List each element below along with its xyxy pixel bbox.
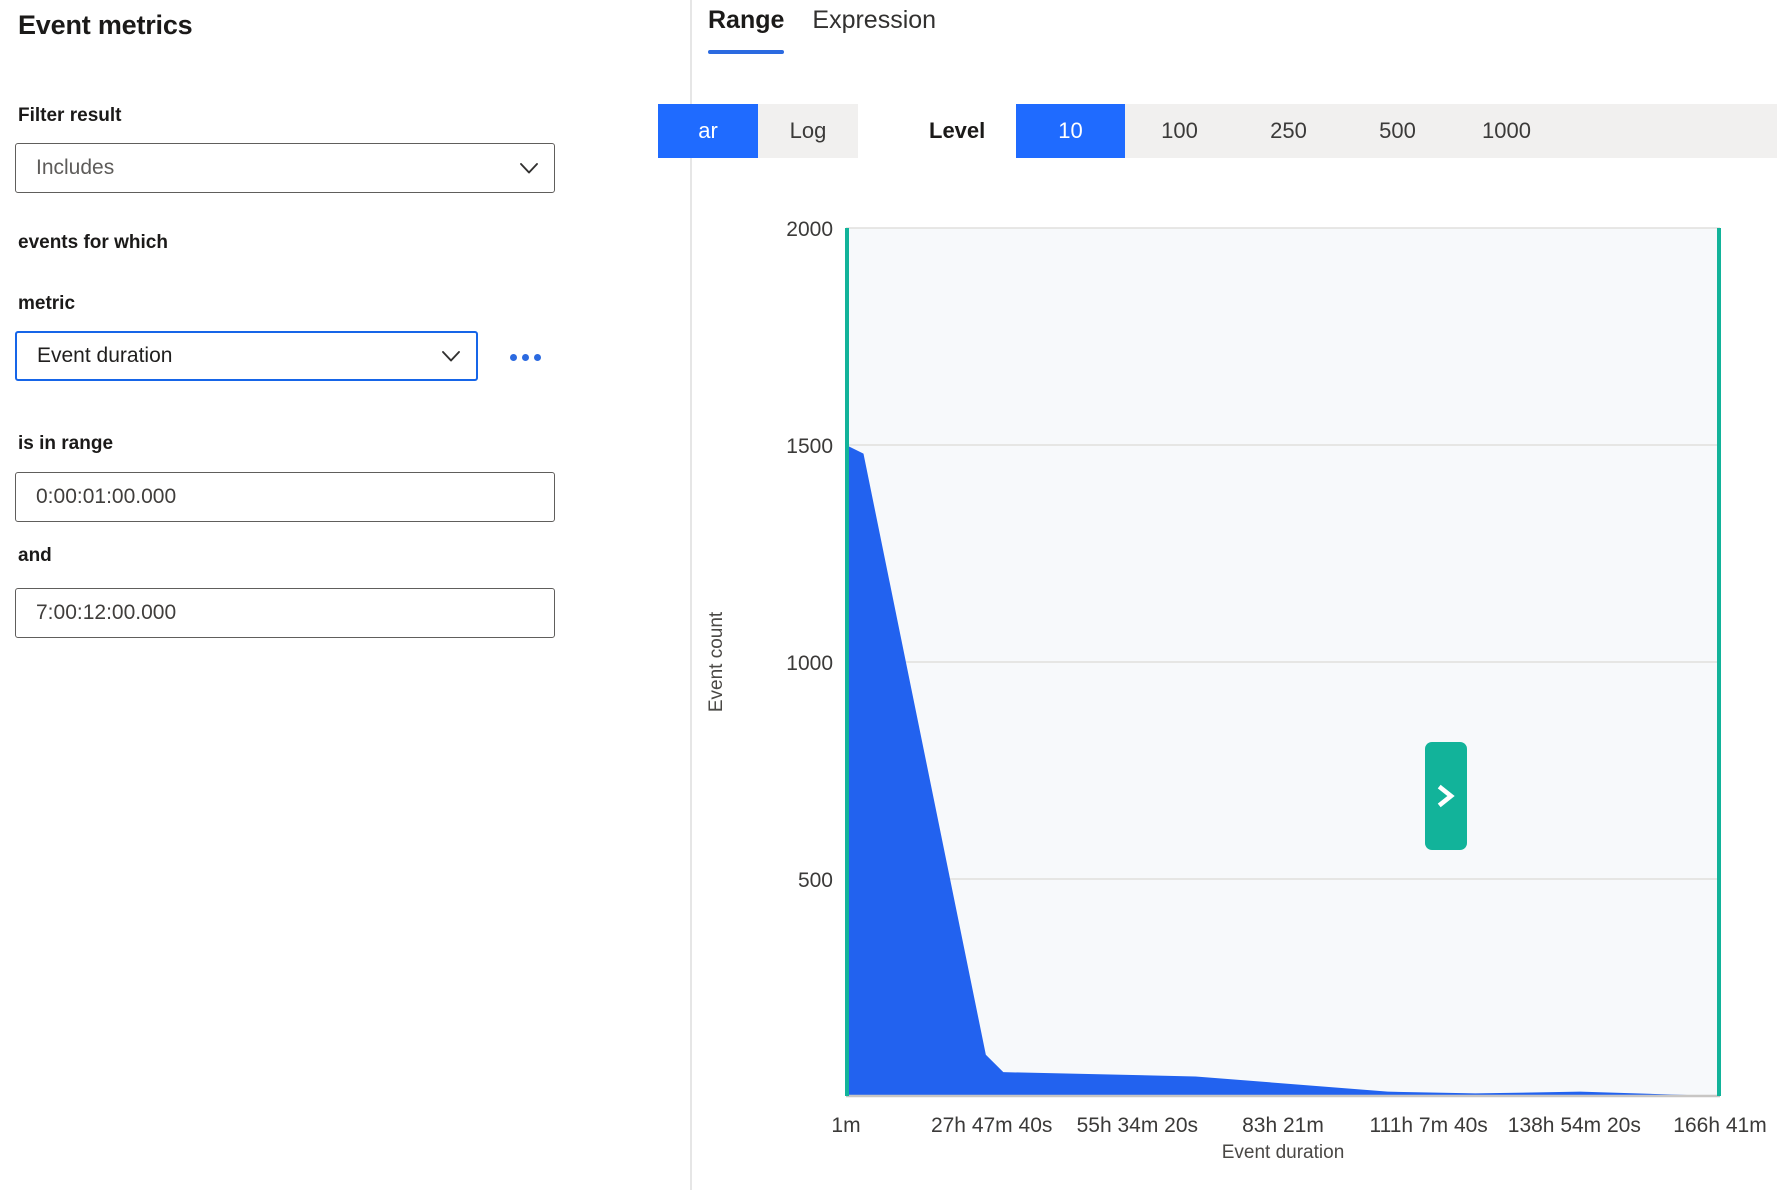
scale-option-log-label: Log bbox=[790, 118, 827, 144]
filter-result-dropdown[interactable]: Includes bbox=[15, 143, 555, 193]
metric-value: Event duration bbox=[37, 344, 438, 368]
level-option-100[interactable]: 100 bbox=[1125, 104, 1234, 158]
level-label: Level bbox=[929, 104, 985, 158]
ellipsis-dot-3 bbox=[534, 354, 541, 361]
event-metrics-panel: Event metrics Filter result Includes eve… bbox=[0, 0, 692, 1190]
tab-range-label: Range bbox=[708, 6, 784, 34]
range-from-label: is in range bbox=[18, 433, 113, 455]
level-option-group: 10 100 250 500 1000 bbox=[1016, 104, 1777, 158]
scale-option-linear-label: ar bbox=[698, 118, 718, 144]
range-handle-left[interactable] bbox=[1425, 742, 1467, 850]
x-axis-tick-label: 1m bbox=[831, 1114, 860, 1137]
y-axis-tick-labels: 500 1000 1500 2000 bbox=[786, 218, 833, 892]
range-from-input[interactable]: 0:00:01:00.000 bbox=[15, 472, 555, 522]
metric-dropdown[interactable]: Event duration bbox=[15, 331, 478, 381]
level-option-10-label: 10 bbox=[1058, 118, 1082, 144]
range-to-value: 7:00:12:00.000 bbox=[36, 601, 176, 625]
chevron-down-icon bbox=[516, 155, 542, 181]
x-axis-tick-label: 55h 34m 20s bbox=[1077, 1114, 1198, 1137]
tab-expression-label: Expression bbox=[812, 6, 936, 34]
level-option-500[interactable]: 500 bbox=[1343, 104, 1452, 158]
filter-result-label: Filter result bbox=[18, 105, 121, 127]
chart-controls-row: ar Log Level 10 100 250 500 bbox=[694, 104, 1777, 158]
tabstrip: Range Expression bbox=[694, 0, 950, 66]
level-option-10[interactable]: 10 bbox=[1016, 104, 1125, 158]
chart-svg: 500 1000 1500 2000 1m 27h 47m 40s 55h 34m 20s… bbox=[694, 195, 1777, 1190]
x-axis-title: Event duration bbox=[1222, 1142, 1345, 1163]
range-to-input[interactable]: 7:00:12:00.000 bbox=[15, 588, 555, 638]
scale-option-log[interactable]: Log bbox=[758, 104, 858, 158]
level-option-100-label: 100 bbox=[1161, 118, 1198, 144]
level-option-1000[interactable]: 1000 bbox=[1452, 104, 1561, 158]
level-option-1000-label: 1000 bbox=[1482, 118, 1531, 144]
ellipsis-dot-1 bbox=[510, 354, 517, 361]
y-axis-tick-label: 500 bbox=[798, 869, 833, 892]
page-title: Event metrics bbox=[18, 10, 192, 41]
y-axis-title: Event count bbox=[706, 611, 727, 712]
y-axis-tick-label: 1500 bbox=[786, 435, 833, 458]
level-option-500-label: 500 bbox=[1379, 118, 1416, 144]
chevron-down-icon bbox=[438, 343, 464, 369]
tab-range[interactable]: Range bbox=[694, 0, 798, 62]
y-axis-tick-label: 1000 bbox=[786, 652, 833, 675]
ellipsis-icon[interactable] bbox=[504, 340, 546, 374]
range-from-value: 0:00:01:00.000 bbox=[36, 485, 176, 509]
x-axis-tick-labels: 1m 27h 47m 40s 55h 34m 20s 83h 21m 111h 7m 4… bbox=[831, 1114, 1766, 1137]
x-axis-tick-label: 111h 7m 40s bbox=[1370, 1114, 1488, 1137]
tab-expression[interactable]: Expression bbox=[798, 0, 950, 62]
metric-label: metric bbox=[18, 293, 75, 315]
events-for-which-label: events for which bbox=[18, 232, 168, 254]
x-axis-tick-label: 27h 47m 40s bbox=[931, 1114, 1052, 1137]
level-option-250-label: 250 bbox=[1270, 118, 1307, 144]
ellipsis-dot-2 bbox=[522, 354, 529, 361]
range-to-label: and bbox=[18, 545, 52, 567]
range-editor-panel: Range Expression ar Log Level 10 bbox=[694, 0, 1777, 1190]
x-axis-tick-label: 83h 21m bbox=[1242, 1114, 1324, 1137]
event-duration-histogram: 500 1000 1500 2000 1m 27h 47m 40s 55h 34m 20s… bbox=[694, 195, 1777, 1190]
scale-option-linear[interactable]: ar bbox=[658, 104, 758, 158]
y-axis-tick-label: 2000 bbox=[786, 218, 833, 241]
chevron-right-icon bbox=[1432, 781, 1460, 811]
level-option-250[interactable]: 250 bbox=[1234, 104, 1343, 158]
scale-toggle-group: ar Log bbox=[658, 104, 858, 158]
filter-result-value: Includes bbox=[36, 156, 516, 180]
event-metrics-screen: Event metrics Filter result Includes eve… bbox=[0, 0, 1777, 1190]
x-axis-tick-label: 138h 54m 20s bbox=[1508, 1114, 1641, 1137]
x-axis-tick-label: 166h 41m bbox=[1673, 1114, 1766, 1137]
